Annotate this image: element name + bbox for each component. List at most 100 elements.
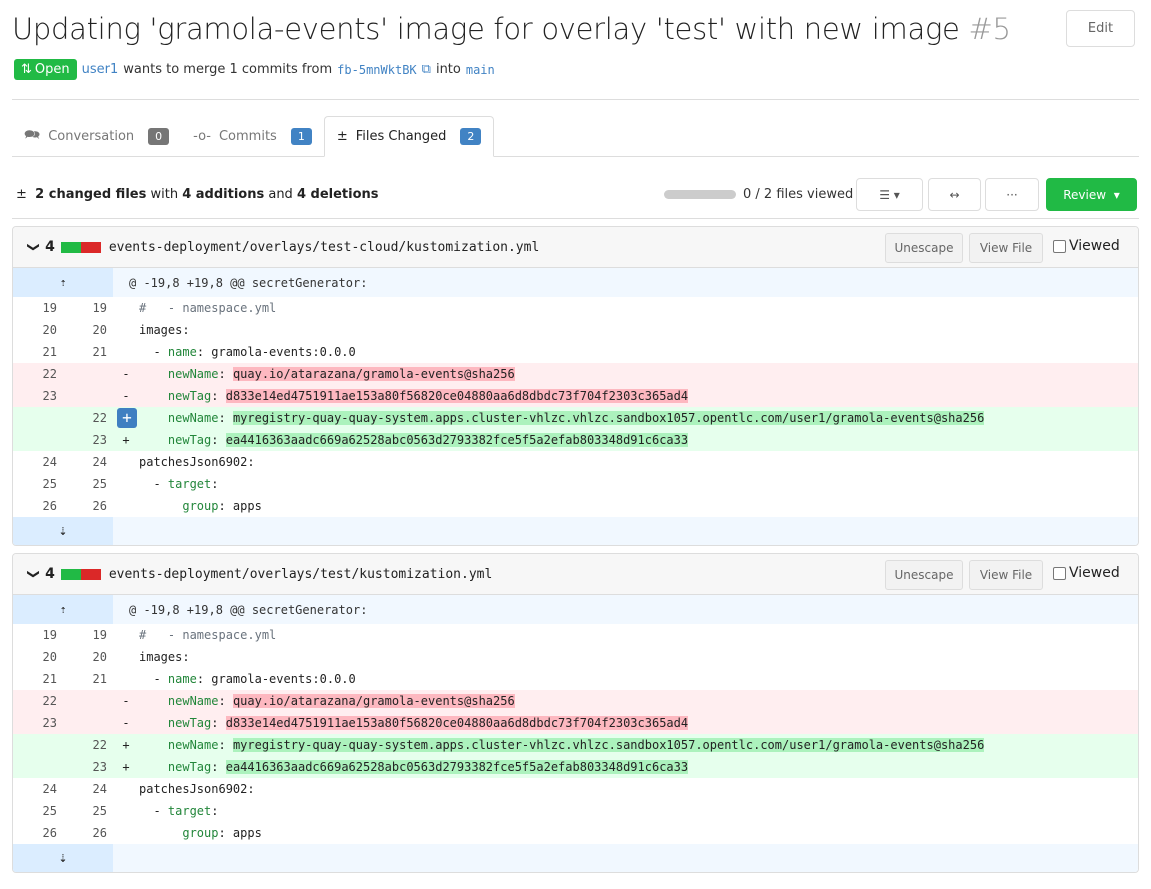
old-line-number[interactable]: 24 xyxy=(13,782,63,796)
new-line-number[interactable]: 21 xyxy=(63,672,113,686)
new-line-number[interactable]: 19 xyxy=(63,628,113,642)
yaml-key: newTag xyxy=(167,433,212,447)
line-code: newName: myregistry-quay-quay-system.app… xyxy=(139,411,1138,425)
checkbox[interactable] xyxy=(1053,239,1066,253)
review-label: Review xyxy=(1063,187,1107,202)
code-token: - xyxy=(139,477,168,491)
tab-count: 2 xyxy=(460,128,482,145)
new-line-number[interactable]: 24 xyxy=(63,455,113,469)
line-sign xyxy=(113,822,139,844)
old-line-number[interactable]: 21 xyxy=(13,345,63,359)
new-line-number[interactable]: 26 xyxy=(63,826,113,840)
line-code: newName: myregistry-quay-quay-system.app… xyxy=(139,738,1138,752)
old-line-number[interactable]: 21 xyxy=(13,672,63,686)
expand-down-icon[interactable]: ⇣ xyxy=(13,517,113,545)
pr-tabs: 🗪 Conversation 0 -o- Commits 1 ± Files Change… xyxy=(12,116,1139,157)
new-line-number[interactable]: 23 xyxy=(63,760,113,774)
new-line-number[interactable]: 24 xyxy=(63,782,113,796)
expand-up-icon[interactable]: ⇡ xyxy=(13,595,113,624)
viewed-checkbox[interactable]: Viewed xyxy=(1053,565,1120,581)
old-line-number[interactable]: 23 xyxy=(13,389,63,403)
unescape-button[interactable]: Unescape xyxy=(885,233,963,263)
old-line-number[interactable]: 20 xyxy=(13,323,63,337)
chevron-down-icon[interactable]: ❯ xyxy=(27,242,41,252)
old-line-number[interactable]: 24 xyxy=(13,455,63,469)
diff-line: 25 25 - target: xyxy=(13,473,1138,495)
checkbox[interactable] xyxy=(1053,566,1066,580)
add-comment-button[interactable]: + xyxy=(117,408,137,428)
line-code: newTag: ea4416363aadc669a62528abc0563d27… xyxy=(139,433,1138,447)
tab-files-changed[interactable]: ± Files Changed 2 xyxy=(323,116,495,157)
diff-line: 21 21 - name: gramola-events:0.0.0 xyxy=(13,341,1138,363)
line-code: newTag: ea4416363aadc669a62528abc0563d27… xyxy=(139,760,1138,774)
split-view-button[interactable]: ↔ xyxy=(928,178,981,211)
new-line-number[interactable]: 23 xyxy=(63,433,113,447)
new-line-number[interactable]: 25 xyxy=(63,477,113,491)
yaml-key: group xyxy=(182,499,219,513)
hunk-header: ⇡ @ -19,8 +19,8 @@ secretGenerator: xyxy=(13,268,1138,297)
copy-icon[interactable]: ⧉ xyxy=(422,62,431,77)
file-tree-toggle-button[interactable]: ☰ ▾ xyxy=(856,178,923,211)
old-line-number[interactable]: 25 xyxy=(13,477,63,491)
tab-label: Commits xyxy=(218,129,277,144)
tab-conversation[interactable]: 🗪 Conversation 0 xyxy=(12,116,181,157)
old-line-number[interactable]: 19 xyxy=(13,301,63,315)
pr-number: #5 xyxy=(968,12,1011,46)
code-token: : xyxy=(211,716,226,730)
line-code: patchesJson6902: xyxy=(139,455,1138,469)
expand-down-icon[interactable]: ⇣ xyxy=(13,844,113,872)
chevron-down-icon[interactable]: ❯ xyxy=(27,569,41,579)
line-sign xyxy=(113,341,139,363)
diff-line: 22 - newName: quay.io/atarazana/gramola-e… xyxy=(13,363,1138,385)
code-token: images: xyxy=(139,323,190,337)
more-options-button[interactable]: ··· xyxy=(985,178,1039,211)
new-line-number[interactable]: 20 xyxy=(63,323,113,337)
file-header: ❯ 4 events-deployment/overlays/test/kustom… xyxy=(13,554,1138,595)
head-branch-link[interactable]: fb-5mnWktBK xyxy=(337,63,416,77)
old-line-number[interactable]: 20 xyxy=(13,650,63,664)
code-token: : xyxy=(211,760,226,774)
new-line-number[interactable]: 21 xyxy=(63,345,113,359)
view-file-button[interactable]: View File xyxy=(969,233,1043,263)
new-line-number[interactable]: 22 xyxy=(63,411,113,425)
line-sign: ++ xyxy=(113,407,139,429)
expand-up-icon[interactable]: ⇡ xyxy=(13,268,113,297)
file-path[interactable]: events-deployment/overlays/test-cloud/ku… xyxy=(109,240,539,255)
line-sign xyxy=(113,800,139,822)
code-token: : xyxy=(218,738,233,752)
old-line-number[interactable]: 22 xyxy=(13,367,63,381)
line-code: # - namespace.yml xyxy=(139,301,1138,315)
old-line-number[interactable]: 26 xyxy=(13,826,63,840)
diff-file: ❯ 4 events-deployment/overlays/test/kustom… xyxy=(12,553,1139,873)
old-line-number[interactable]: 19 xyxy=(13,628,63,642)
new-line-number[interactable]: 20 xyxy=(63,650,113,664)
old-line-number[interactable]: 23 xyxy=(13,716,63,730)
base-branch-link[interactable]: main xyxy=(466,63,495,77)
line-sign xyxy=(113,646,139,668)
view-file-button[interactable]: View File xyxy=(969,560,1043,590)
new-line-number[interactable]: 25 xyxy=(63,804,113,818)
new-line-number[interactable]: 26 xyxy=(63,499,113,513)
yaml-key: newTag xyxy=(167,389,212,403)
yaml-key: newTag xyxy=(167,760,212,774)
line-sign xyxy=(113,624,139,646)
viewed-checkbox[interactable]: Viewed xyxy=(1053,238,1120,254)
diff-stat-bar xyxy=(60,568,101,580)
review-button[interactable]: Review ▾ xyxy=(1046,178,1137,211)
file-path[interactable]: events-deployment/overlays/test/kustomiz… xyxy=(109,567,493,582)
diff-line: 20 20 images: xyxy=(13,646,1138,668)
old-line-number[interactable]: 22 xyxy=(13,694,63,708)
new-line-number[interactable]: 22 xyxy=(63,738,113,752)
old-line-number[interactable]: 25 xyxy=(13,804,63,818)
additions-bar xyxy=(60,241,81,253)
author-link[interactable]: user1 xyxy=(82,62,119,77)
hunk-header: ⇡ @ -19,8 +19,8 @@ secretGenerator: xyxy=(13,595,1138,624)
edit-button[interactable]: Edit xyxy=(1066,10,1135,47)
code-token: : gramola-events:0.0.0 xyxy=(196,672,356,686)
old-line-number[interactable]: 26 xyxy=(13,499,63,513)
new-line-number[interactable]: 19 xyxy=(63,301,113,315)
tab-commits[interactable]: -o- Commits 1 xyxy=(181,116,324,157)
unescape-button[interactable]: Unescape xyxy=(885,560,963,590)
